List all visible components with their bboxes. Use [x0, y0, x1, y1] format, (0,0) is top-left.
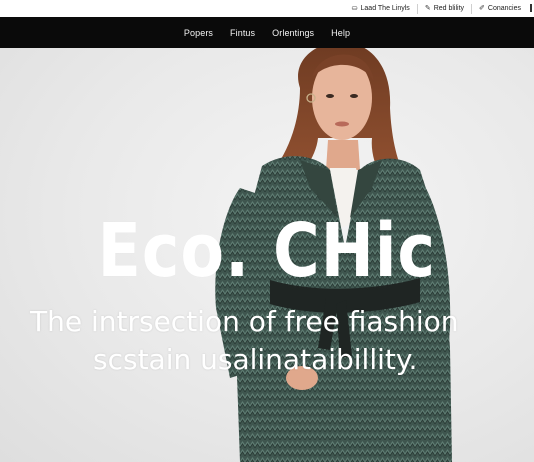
hero-title: Eco. CHic	[97, 208, 436, 294]
hero-banner: Eco. CHic The intrsection of free fiashi…	[0, 48, 534, 462]
nav-item-fintus[interactable]: Fintus	[230, 28, 255, 38]
nav-item-popers[interactable]: Popers	[184, 28, 213, 38]
utility-item-2[interactable]: ✎ Red blility	[416, 3, 471, 14]
utility-item-1[interactable]: ⛀ Laad The Linyls	[345, 4, 417, 14]
nav-item-orlentings[interactable]: Orlentings	[272, 28, 314, 38]
main-nav: Popers Fintus Orlentings Help	[0, 17, 534, 48]
bag-icon: ⛀	[351, 4, 358, 12]
hero-subtitle-line1: The intrsection of free fiashion	[30, 305, 459, 338]
utility-item-3[interactable]: ✐ Conancies	[471, 3, 528, 14]
utility-item-3-label: Conancies	[487, 4, 521, 12]
pencil-icon: ✎	[424, 4, 431, 12]
nav-item-help[interactable]: Help	[331, 28, 350, 38]
edit-icon: ✐	[479, 4, 485, 12]
utility-bar: ⛀ Laad The Linyls ✎ Red blility ✐ Conanc…	[0, 0, 534, 17]
utility-item-1-label: Laad The Linyls	[360, 4, 410, 12]
hero-subtitle-line2: scstain usalinataibillity.	[93, 343, 418, 376]
utility-item-2-label: Red blility	[433, 4, 465, 12]
overflow-icon[interactable]	[530, 4, 532, 12]
